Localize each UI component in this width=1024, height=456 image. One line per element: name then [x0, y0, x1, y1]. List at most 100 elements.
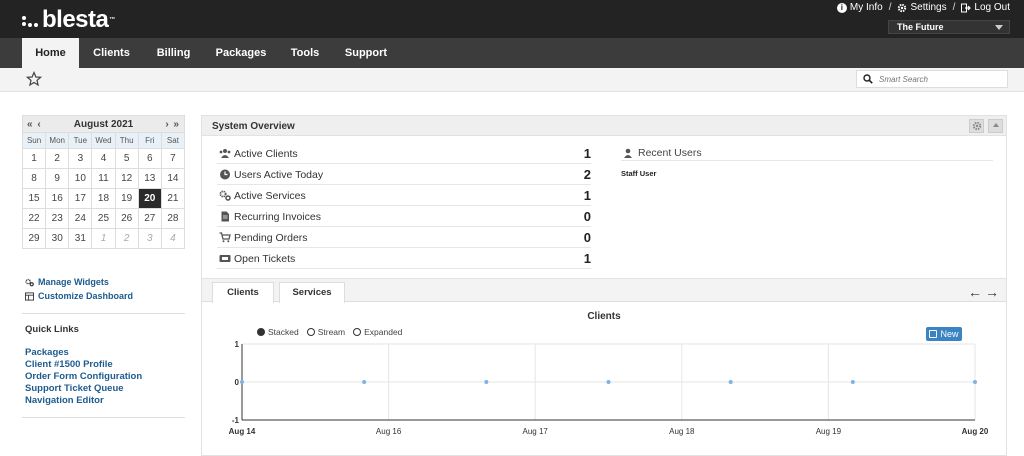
nav-tab-clients[interactable]: Clients: [83, 38, 140, 68]
stats-list: Active Clients 1 Users Active Today 2 Ac…: [217, 143, 591, 269]
quick-link[interactable]: Client #1500 Profile: [25, 359, 142, 371]
calendar-prev-arrows[interactable]: « ‹: [27, 119, 42, 130]
calendar-weekday: Sun: [23, 133, 47, 149]
calendar-day[interactable]: 25: [92, 209, 116, 229]
calendar-day[interactable]: 31: [69, 229, 93, 249]
calendar-day[interactable]: 4: [161, 229, 185, 249]
calendar-day[interactable]: 18: [92, 189, 116, 209]
link-separator: /: [952, 2, 956, 13]
calendar-day[interactable]: 8: [23, 169, 47, 189]
radio-selected-icon: [257, 328, 265, 336]
calendar-day[interactable]: 12: [115, 169, 139, 189]
divider: [22, 313, 185, 314]
calendar-day[interactable]: 2: [46, 149, 70, 169]
calendar-day[interactable]: 1: [92, 229, 116, 249]
calendar-day[interactable]: 5: [115, 149, 139, 169]
calendar-weekday: Thu: [115, 133, 139, 149]
stat-label: Active Services: [234, 190, 306, 202]
quick-link[interactable]: Navigation Editor: [25, 395, 142, 407]
manage-widgets-link[interactable]: Manage Widgets: [25, 277, 133, 287]
nav-tab-billing[interactable]: Billing: [145, 38, 202, 68]
calendar-day[interactable]: 17: [69, 189, 93, 209]
company-select[interactable]: The Future: [888, 20, 1010, 34]
calendar-widget: « ‹ August 2021 › » Sun Mon Tue Wed Thu Fri Sa…: [22, 115, 185, 249]
my-info-link[interactable]: i My Info: [836, 2, 883, 13]
calendar-day[interactable]: 1: [23, 149, 47, 169]
smart-search[interactable]: [856, 70, 1008, 88]
calendar-day[interactable]: 9: [46, 169, 70, 189]
nav-tab-packages[interactable]: Packages: [207, 38, 275, 68]
calendar-day[interactable]: 13: [138, 169, 162, 189]
calendar-day-today[interactable]: 20: [138, 189, 162, 209]
calendar-day[interactable]: 3: [69, 149, 93, 169]
nav-tab-tools[interactable]: Tools: [280, 38, 330, 68]
arrow-left-icon[interactable]: ←: [968, 284, 985, 300]
calendar-grid: Sun Mon Tue Wed Thu Fri Sat 1 2 3 4 5 6 7 8 9 10 11 12 13 14…: [22, 133, 185, 249]
star-icon[interactable]: [26, 71, 42, 87]
logout-label: Log Out: [974, 2, 1010, 13]
calendar-day[interactable]: 23: [46, 209, 70, 229]
recent-users: Recent Users Staff User: [621, 145, 993, 178]
calendar-day[interactable]: 4: [92, 149, 116, 169]
calendar-next-arrows[interactable]: › »: [165, 119, 180, 130]
calendar-day[interactable]: 24: [69, 209, 93, 229]
calendar-day[interactable]: 28: [161, 209, 185, 229]
quick-link[interactable]: Support Ticket Queue: [25, 383, 142, 395]
data-point: [850, 380, 855, 384]
calendar-day[interactable]: 26: [115, 209, 139, 229]
quick-links-title: Quick Links: [25, 324, 79, 335]
top-bar: blesta ™ i My Info / Settings / Log Out …: [0, 0, 1024, 38]
users-icon: [219, 149, 231, 158]
calendar-day[interactable]: 19: [115, 189, 139, 209]
stat-label: Pending Orders: [234, 232, 308, 244]
tab-clients[interactable]: Clients: [212, 282, 274, 303]
stat-row: Users Active Today 2: [217, 164, 591, 185]
x-tick-label: Aug 18: [669, 427, 695, 436]
calendar-day[interactable]: 30: [46, 229, 70, 249]
calendar-day[interactable]: 22: [23, 209, 47, 229]
chart-nav-arrows: ←→: [968, 284, 1002, 300]
nav-tab-home[interactable]: Home: [22, 38, 79, 68]
stat-row: Open Tickets 1: [217, 248, 591, 269]
recent-users-header: Recent Users: [621, 145, 993, 161]
calendar-day[interactable]: 7: [161, 149, 185, 169]
calendar-day[interactable]: 10: [69, 169, 93, 189]
gear-icon: [898, 3, 907, 12]
stat-value: 0: [583, 209, 591, 224]
calendar-day[interactable]: 14: [161, 169, 185, 189]
divider: [22, 417, 185, 418]
nav-tab-support[interactable]: Support: [335, 38, 397, 68]
stat-label: Active Clients: [234, 148, 298, 160]
calendar-day[interactable]: 2: [115, 229, 139, 249]
arrow-right-icon[interactable]: →: [985, 284, 1002, 300]
stat-value: 2: [583, 167, 591, 182]
customize-dashboard-link[interactable]: Customize Dashboard: [25, 291, 133, 301]
quick-link[interactable]: Order Form Configuration: [25, 371, 142, 383]
quick-link[interactable]: Packages: [25, 347, 142, 359]
panel-settings-button[interactable]: [969, 119, 984, 133]
calendar-day[interactable]: 21: [161, 189, 185, 209]
calendar-day[interactable]: 29: [23, 229, 47, 249]
calendar-day[interactable]: 16: [46, 189, 70, 209]
link-separator: /: [888, 2, 892, 13]
data-point: [606, 380, 611, 384]
calendar-day[interactable]: 3: [138, 229, 162, 249]
calendar-day[interactable]: 6: [138, 149, 162, 169]
calendar-day[interactable]: 27: [138, 209, 162, 229]
panel-collapse-button[interactable]: [988, 119, 1003, 133]
calendar-day[interactable]: 11: [92, 169, 116, 189]
recent-user-item[interactable]: Staff User: [621, 169, 993, 178]
tab-services[interactable]: Services: [279, 282, 345, 303]
ticket-icon: [219, 255, 231, 262]
calendar-weekday: Wed: [92, 133, 116, 149]
settings-link[interactable]: Settings: [897, 2, 947, 13]
cart-icon: [219, 232, 231, 243]
data-point: [362, 380, 367, 384]
data-point: [484, 380, 489, 384]
calendar-day[interactable]: 15: [23, 189, 47, 209]
blesta-logo[interactable]: blesta ™: [22, 6, 115, 34]
y-tick-label: -1: [232, 416, 240, 425]
file-icon: [221, 211, 229, 222]
search-input[interactable]: [879, 73, 1003, 85]
logout-link[interactable]: Log Out: [961, 2, 1010, 13]
